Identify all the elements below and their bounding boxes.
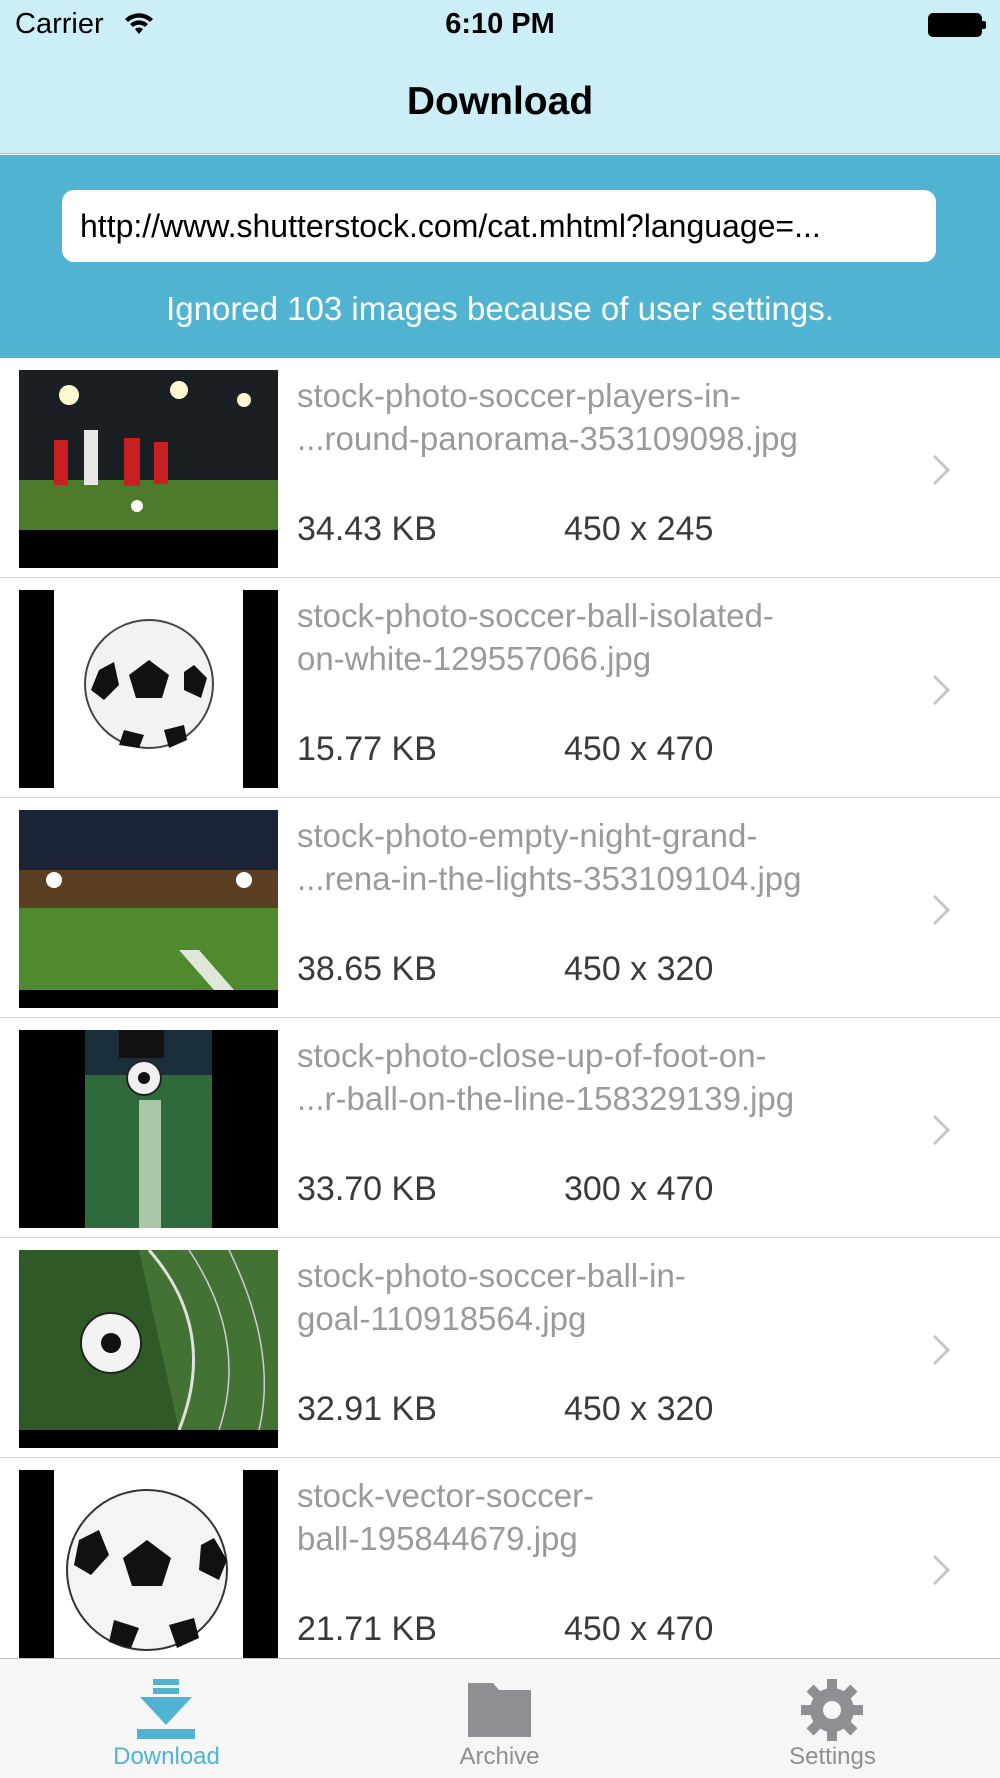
chevron-right-icon [932, 1554, 951, 1586]
list-item[interactable]: stock-photo-soccer-players-in- ...round-… [0, 358, 1000, 578]
file-name: stock-photo-soccer-ball-in- goal-1109185… [297, 1257, 686, 1337]
image-dimensions: 450 x 470 [564, 1610, 714, 1648]
tab-label: Settings [789, 1743, 876, 1770]
file-size: 38.65 KB [297, 950, 437, 988]
chevron-right-icon [932, 894, 951, 926]
chevron-right-icon [932, 454, 951, 486]
image-list: stock-photo-soccer-players-in- ...round-… [0, 358, 1000, 1678]
tab-label: Archive [459, 1743, 540, 1770]
page-title: Download [406, 80, 594, 123]
thumbnail-image [19, 1250, 278, 1448]
list-item[interactable]: stock-photo-soccer-ball-in- goal-1109185… [0, 1238, 1000, 1458]
file-name: stock-photo-soccer-ball-isolated- on-whi… [297, 597, 774, 677]
file-name: stock-photo-close-up-of-foot-on- ...r-ba… [297, 1037, 795, 1117]
image-dimensions: 300 x 470 [564, 1170, 714, 1208]
thumbnail-image [19, 370, 278, 568]
tab-archive[interactable]: Archive [333, 1659, 666, 1778]
list-item[interactable]: stock-photo-close-up-of-foot-on- ...r-ba… [0, 1018, 1000, 1238]
tab-download[interactable]: Download [0, 1659, 333, 1778]
image-dimensions: 450 x 320 [564, 950, 714, 988]
file-size: 32.91 KB [297, 1390, 437, 1428]
chevron-right-icon [932, 1334, 951, 1366]
battery-icon [928, 13, 986, 37]
file-size: 21.71 KB [297, 1610, 437, 1648]
list-item[interactable]: stock-photo-empty-night-grand- ...rena-i… [0, 798, 1000, 1018]
image-dimensions: 450 x 245 [564, 510, 714, 548]
file-size: 33.70 KB [297, 1170, 437, 1208]
tab-settings[interactable]: Settings [666, 1659, 999, 1778]
url-input[interactable]: http://www.shutterstock.com/cat.mhtml?la… [62, 190, 936, 262]
thumbnail-image [19, 810, 278, 1008]
folder-icon [468, 1683, 531, 1737]
file-name: stock-photo-empty-night-grand- ...rena-i… [297, 817, 802, 897]
url-panel: http://www.shutterstock.com/cat.mhtml?la… [0, 155, 1000, 358]
list-item[interactable]: stock-photo-soccer-ball-isolated- on-whi… [0, 578, 1000, 798]
ignored-images-message: Ignored 103 images because of user setti… [166, 290, 834, 327]
navigation-bar: Download [0, 50, 1000, 154]
list-item[interactable]: stock-vector-soccer- ball-195844679.jpg … [0, 1458, 1000, 1678]
chevron-right-icon [932, 1114, 951, 1146]
image-dimensions: 450 x 470 [564, 730, 714, 768]
image-dimensions: 450 x 320 [564, 1390, 714, 1428]
download-icon [137, 1679, 195, 1739]
status-time: 6:10 PM [445, 8, 555, 40]
status-bar: Carrier 6:10 PM [0, 0, 1000, 50]
thumbnail-image [19, 1030, 278, 1228]
file-size: 15.77 KB [297, 730, 437, 768]
thumbnail-image [19, 1470, 278, 1668]
thumbnail-image [19, 590, 278, 788]
tab-label: Download [113, 1743, 220, 1770]
file-name: stock-vector-soccer- ball-195844679.jpg [297, 1477, 595, 1557]
tab-bar: Download Archive Settings [0, 1658, 1000, 1778]
file-size: 34.43 KB [297, 510, 437, 548]
chevron-right-icon [932, 674, 951, 706]
file-name: stock-photo-soccer-players-in- ...round-… [297, 377, 798, 457]
gear-icon [801, 1679, 863, 1741]
